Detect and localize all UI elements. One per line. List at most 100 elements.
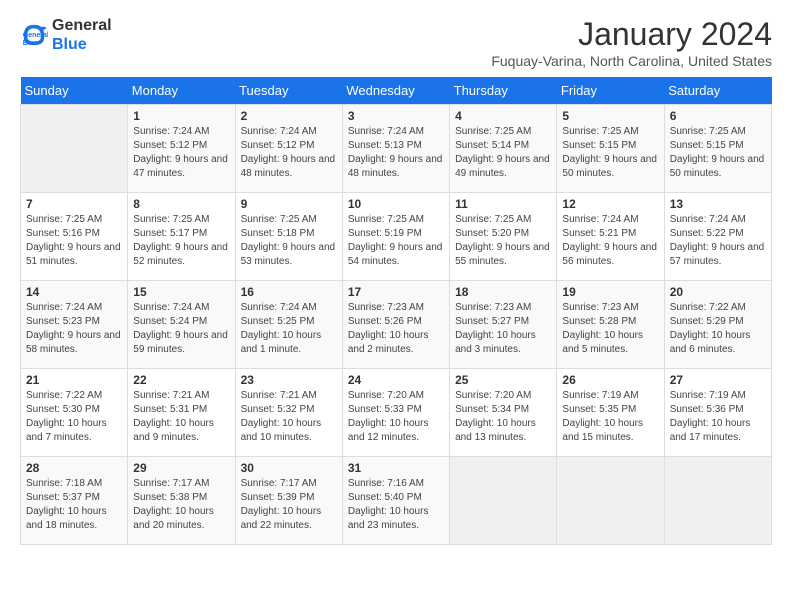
calendar-cell: 27 Sunrise: 7:19 AM Sunset: 5:36 PM Dayl… <box>664 369 771 457</box>
daylight-text: Daylight: 9 hours and 48 minutes. <box>241 154 336 179</box>
sunrise-text: Sunrise: 7:25 AM <box>26 214 102 225</box>
svg-text:Blue: Blue <box>23 40 38 47</box>
day-number: 5 <box>562 109 658 123</box>
day-number: 8 <box>133 197 229 211</box>
sunrise-text: Sunrise: 7:25 AM <box>670 126 746 137</box>
calendar-cell: 30 Sunrise: 7:17 AM Sunset: 5:39 PM Dayl… <box>235 457 342 545</box>
calendar-cell: 7 Sunrise: 7:25 AM Sunset: 5:16 PM Dayli… <box>21 193 128 281</box>
sunset-text: Sunset: 5:19 PM <box>348 228 422 239</box>
sunrise-text: Sunrise: 7:24 AM <box>133 302 209 313</box>
day-number: 14 <box>26 285 122 299</box>
day-info: Sunrise: 7:25 AM Sunset: 5:14 PM Dayligh… <box>455 125 551 181</box>
day-info: Sunrise: 7:24 AM Sunset: 5:22 PM Dayligh… <box>670 213 766 269</box>
calendar-cell <box>21 105 128 193</box>
day-number: 25 <box>455 373 551 387</box>
day-number: 12 <box>562 197 658 211</box>
sunrise-text: Sunrise: 7:25 AM <box>133 214 209 225</box>
sunset-text: Sunset: 5:24 PM <box>133 316 207 327</box>
calendar-cell <box>450 457 557 545</box>
sunrise-text: Sunrise: 7:24 AM <box>133 126 209 137</box>
sunrise-text: Sunrise: 7:21 AM <box>241 390 317 401</box>
day-number: 2 <box>241 109 337 123</box>
sunset-text: Sunset: 5:20 PM <box>455 228 529 239</box>
calendar-week-row: 14 Sunrise: 7:24 AM Sunset: 5:23 PM Dayl… <box>21 281 772 369</box>
daylight-text: Daylight: 10 hours and 17 minutes. <box>670 418 751 443</box>
sunrise-text: Sunrise: 7:23 AM <box>562 302 638 313</box>
calendar-cell: 16 Sunrise: 7:24 AM Sunset: 5:25 PM Dayl… <box>235 281 342 369</box>
calendar-cell: 25 Sunrise: 7:20 AM Sunset: 5:34 PM Dayl… <box>450 369 557 457</box>
day-number: 16 <box>241 285 337 299</box>
day-number: 10 <box>348 197 444 211</box>
sunrise-text: Sunrise: 7:20 AM <box>348 390 424 401</box>
day-info: Sunrise: 7:25 AM Sunset: 5:17 PM Dayligh… <box>133 213 229 269</box>
calendar-week-row: 1 Sunrise: 7:24 AM Sunset: 5:12 PM Dayli… <box>21 105 772 193</box>
calendar-cell: 21 Sunrise: 7:22 AM Sunset: 5:30 PM Dayl… <box>21 369 128 457</box>
calendar-cell: 26 Sunrise: 7:19 AM Sunset: 5:35 PM Dayl… <box>557 369 664 457</box>
calendar-cell: 24 Sunrise: 7:20 AM Sunset: 5:33 PM Dayl… <box>342 369 449 457</box>
calendar-cell: 17 Sunrise: 7:23 AM Sunset: 5:26 PM Dayl… <box>342 281 449 369</box>
day-number: 30 <box>241 461 337 475</box>
sunrise-text: Sunrise: 7:23 AM <box>348 302 424 313</box>
logo-text-blue: Blue <box>52 35 112 54</box>
daylight-text: Daylight: 10 hours and 2 minutes. <box>348 330 429 355</box>
sunset-text: Sunset: 5:36 PM <box>670 404 744 415</box>
sunset-text: Sunset: 5:37 PM <box>26 492 100 503</box>
daylight-text: Daylight: 10 hours and 23 minutes. <box>348 506 429 531</box>
sunset-text: Sunset: 5:40 PM <box>348 492 422 503</box>
sunset-text: Sunset: 5:28 PM <box>562 316 636 327</box>
sunset-text: Sunset: 5:26 PM <box>348 316 422 327</box>
sunrise-text: Sunrise: 7:25 AM <box>455 126 531 137</box>
sunset-text: Sunset: 5:15 PM <box>562 140 636 151</box>
sunset-text: Sunset: 5:18 PM <box>241 228 315 239</box>
sunrise-text: Sunrise: 7:19 AM <box>670 390 746 401</box>
calendar-cell: 11 Sunrise: 7:25 AM Sunset: 5:20 PM Dayl… <box>450 193 557 281</box>
day-info: Sunrise: 7:22 AM Sunset: 5:30 PM Dayligh… <box>26 389 122 445</box>
sunrise-text: Sunrise: 7:24 AM <box>670 214 746 225</box>
sunrise-text: Sunrise: 7:24 AM <box>348 126 424 137</box>
calendar-cell: 18 Sunrise: 7:23 AM Sunset: 5:27 PM Dayl… <box>450 281 557 369</box>
day-info: Sunrise: 7:24 AM Sunset: 5:24 PM Dayligh… <box>133 301 229 357</box>
day-number: 21 <box>26 373 122 387</box>
daylight-text: Daylight: 10 hours and 1 minute. <box>241 330 322 355</box>
calendar-cell: 19 Sunrise: 7:23 AM Sunset: 5:28 PM Dayl… <box>557 281 664 369</box>
sunrise-text: Sunrise: 7:22 AM <box>670 302 746 313</box>
daylight-text: Daylight: 9 hours and 57 minutes. <box>670 242 765 267</box>
logo-text-general: General <box>52 16 112 35</box>
day-number: 18 <box>455 285 551 299</box>
daylight-text: Daylight: 10 hours and 10 minutes. <box>241 418 322 443</box>
calendar-cell: 1 Sunrise: 7:24 AM Sunset: 5:12 PM Dayli… <box>128 105 235 193</box>
weekday-header-thursday: Thursday <box>450 77 557 105</box>
daylight-text: Daylight: 10 hours and 6 minutes. <box>670 330 751 355</box>
sunset-text: Sunset: 5:23 PM <box>26 316 100 327</box>
day-number: 1 <box>133 109 229 123</box>
daylight-text: Daylight: 9 hours and 52 minutes. <box>133 242 228 267</box>
calendar-cell: 4 Sunrise: 7:25 AM Sunset: 5:14 PM Dayli… <box>450 105 557 193</box>
sunrise-text: Sunrise: 7:25 AM <box>562 126 638 137</box>
daylight-text: Daylight: 10 hours and 18 minutes. <box>26 506 107 531</box>
logo-icon: General Blue <box>20 21 48 49</box>
day-info: Sunrise: 7:23 AM Sunset: 5:27 PM Dayligh… <box>455 301 551 357</box>
sunset-text: Sunset: 5:12 PM <box>241 140 315 151</box>
day-info: Sunrise: 7:22 AM Sunset: 5:29 PM Dayligh… <box>670 301 766 357</box>
day-number: 13 <box>670 197 766 211</box>
day-number: 17 <box>348 285 444 299</box>
day-number: 19 <box>562 285 658 299</box>
day-info: Sunrise: 7:25 AM Sunset: 5:20 PM Dayligh… <box>455 213 551 269</box>
day-info: Sunrise: 7:25 AM Sunset: 5:16 PM Dayligh… <box>26 213 122 269</box>
daylight-text: Daylight: 10 hours and 15 minutes. <box>562 418 643 443</box>
daylight-text: Daylight: 10 hours and 9 minutes. <box>133 418 214 443</box>
calendar-week-row: 21 Sunrise: 7:22 AM Sunset: 5:30 PM Dayl… <box>21 369 772 457</box>
day-info: Sunrise: 7:20 AM Sunset: 5:34 PM Dayligh… <box>455 389 551 445</box>
sunrise-text: Sunrise: 7:17 AM <box>133 478 209 489</box>
weekday-header-wednesday: Wednesday <box>342 77 449 105</box>
month-title: January 2024 <box>491 16 772 53</box>
day-info: Sunrise: 7:23 AM Sunset: 5:28 PM Dayligh… <box>562 301 658 357</box>
sunset-text: Sunset: 5:38 PM <box>133 492 207 503</box>
calendar-cell: 10 Sunrise: 7:25 AM Sunset: 5:19 PM Dayl… <box>342 193 449 281</box>
weekday-header-row: SundayMondayTuesdayWednesdayThursdayFrid… <box>21 77 772 105</box>
calendar-cell: 14 Sunrise: 7:24 AM Sunset: 5:23 PM Dayl… <box>21 281 128 369</box>
calendar-table: SundayMondayTuesdayWednesdayThursdayFrid… <box>20 77 772 545</box>
day-number: 23 <box>241 373 337 387</box>
daylight-text: Daylight: 9 hours and 59 minutes. <box>133 330 228 355</box>
day-info: Sunrise: 7:24 AM Sunset: 5:13 PM Dayligh… <box>348 125 444 181</box>
